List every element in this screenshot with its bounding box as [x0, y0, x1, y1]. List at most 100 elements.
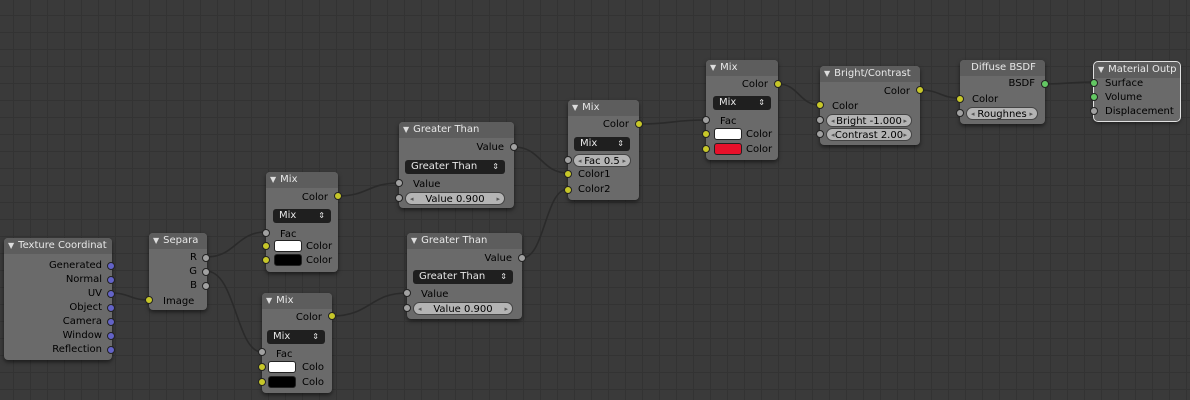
socket-roughness[interactable] [956, 109, 964, 117]
collapse-triangle-icon[interactable]: ▼ [710, 63, 716, 72]
blend-type-dropdown[interactable]: Mix ⇕ [574, 137, 630, 151]
node-header[interactable]: ▼ Texture Coordinat [4, 238, 112, 254]
node-header[interactable]: ▼ Mix [706, 60, 778, 76]
collapse-triangle-icon[interactable]: ▼ [153, 236, 159, 245]
greater-than-node-a[interactable]: ▼ Greater Than Value Greater Than ⇕ Value … [395, 122, 518, 208]
greater-than-node-b[interactable]: ▼ Greater Than Value Greater Than ⇕ Value … [403, 233, 526, 319]
decrement-arrow-icon[interactable]: ◂ [831, 115, 835, 128]
increment-arrow-icon[interactable]: ▸ [504, 303, 508, 316]
socket-color1[interactable] [702, 130, 710, 138]
node-header[interactable]: ▼ Separa [149, 233, 207, 249]
socket-output-value[interactable] [510, 143, 518, 151]
node-header[interactable]: ▼ Mix [262, 293, 332, 309]
socket-displacement[interactable] [1090, 107, 1098, 115]
contrast-field[interactable]: ◂ Contrast 2.00 ▸ [826, 128, 912, 141]
value-field[interactable]: ◂ Value 0.900 ▸ [413, 302, 513, 315]
socket-contrast[interactable] [816, 130, 824, 138]
diffuse-bsdf-node[interactable]: Diffuse BSDF BSDF Color ◂ Roughnes ▸ [956, 60, 1049, 124]
collapse-triangle-icon[interactable]: ▼ [572, 103, 578, 112]
math-operation-dropdown[interactable]: Greater Than ⇕ [405, 160, 505, 174]
socket-color2[interactable] [258, 378, 266, 386]
decrement-arrow-icon[interactable]: ◂ [578, 155, 582, 168]
socket-fac[interactable] [258, 348, 266, 356]
decrement-arrow-icon[interactable]: ◂ [410, 193, 414, 206]
socket-input-color[interactable] [956, 95, 964, 103]
socket-fac[interactable] [262, 229, 270, 237]
socket-input-value[interactable] [403, 289, 411, 297]
node-header[interactable]: ▼ Greater Than [407, 233, 522, 249]
socket-value-field[interactable] [403, 304, 411, 312]
socket-input-value[interactable] [395, 179, 403, 187]
decrement-arrow-icon[interactable]: ◂ [831, 129, 835, 142]
node-editor[interactable]: ▼ Texture Coordinat Generated Normal UV O… [0, 0, 1190, 400]
collapse-triangle-icon[interactable]: ▼ [270, 175, 276, 184]
color2-swatch[interactable] [714, 143, 742, 155]
socket-object[interactable] [107, 304, 115, 312]
socket-color1[interactable] [262, 242, 270, 250]
color1-swatch[interactable] [268, 361, 296, 373]
socket-output-color[interactable] [635, 120, 643, 128]
socket-bright[interactable] [816, 116, 824, 124]
socket-fac[interactable] [564, 156, 572, 164]
socket-b[interactable] [202, 282, 210, 290]
collapse-triangle-icon[interactable]: ▼ [266, 296, 272, 305]
texture-coordinate-node[interactable]: ▼ Texture Coordinat Generated Normal UV O… [4, 238, 115, 360]
socket-color2[interactable] [262, 256, 270, 264]
collapse-triangle-icon[interactable]: ▼ [411, 236, 417, 245]
roughness-field[interactable]: ◂ Roughnes ▸ [966, 107, 1038, 120]
socket-normal[interactable] [107, 276, 115, 284]
socket-color1[interactable] [258, 363, 266, 371]
socket-color2[interactable] [702, 145, 710, 153]
socket-reflection[interactable] [107, 346, 115, 354]
color2-swatch[interactable] [268, 376, 296, 388]
increment-arrow-icon[interactable]: ▸ [1029, 108, 1033, 121]
socket-fac[interactable] [702, 116, 710, 124]
increment-arrow-icon[interactable]: ▸ [496, 193, 500, 206]
bright-field[interactable]: ◂ Bright -1.000 ▸ [826, 114, 912, 127]
node-header[interactable]: ▼ Material Outp [1094, 62, 1180, 78]
node-header[interactable]: ▼ Mix [266, 172, 338, 188]
socket-output-color[interactable] [916, 86, 924, 94]
socket-input-color[interactable] [816, 101, 824, 109]
socket-color1[interactable] [564, 170, 572, 178]
socket-output-bsdf[interactable] [1041, 80, 1049, 88]
socket-volume[interactable] [1090, 93, 1098, 101]
node-header[interactable]: ▼ Greater Than [399, 122, 514, 138]
socket-g[interactable] [202, 268, 210, 276]
collapse-triangle-icon[interactable]: ▼ [1098, 65, 1104, 74]
socket-image[interactable] [145, 296, 153, 304]
socket-camera[interactable] [107, 318, 115, 326]
decrement-arrow-icon[interactable]: ◂ [971, 108, 975, 121]
mix-node-d[interactable]: ▼ Mix Color Mix ⇕ Fac Color Color [702, 60, 782, 160]
separate-rgb-node[interactable]: ▼ Separa R G B Image [145, 233, 210, 310]
node-header[interactable]: ▼ Mix [568, 100, 639, 116]
socket-generated[interactable] [107, 262, 115, 270]
blend-type-dropdown[interactable]: Mix ⇕ [267, 330, 325, 344]
collapse-triangle-icon[interactable]: ▼ [8, 241, 14, 250]
color1-swatch[interactable] [714, 128, 742, 140]
material-output-node[interactable]: ▼ Material Outp Surface Volume Displaceme… [1090, 61, 1181, 122]
socket-surface[interactable] [1090, 79, 1098, 87]
node-header[interactable]: Diffuse BSDF [960, 60, 1045, 76]
socket-output-color[interactable] [328, 312, 336, 320]
bright-contrast-node[interactable]: ▼ Bright/Contrast Color Color ◂ Bright -1.… [816, 66, 924, 145]
socket-window[interactable] [107, 332, 115, 340]
increment-arrow-icon[interactable]: ▸ [903, 115, 907, 128]
mix-node-c[interactable]: ▼ Mix Color Mix ⇕ ◂ Fac 0.5 ▸ Color1 Color2 [564, 100, 643, 200]
collapse-triangle-icon[interactable]: ▼ [824, 69, 830, 78]
socket-output-value[interactable] [518, 254, 526, 262]
socket-output-color[interactable] [334, 192, 342, 200]
mix-node-b[interactable]: ▼ Mix Color Mix ⇕ Fac Colo Colo [258, 293, 336, 393]
collapse-triangle-icon[interactable]: ▼ [403, 125, 409, 134]
math-operation-dropdown[interactable]: Greater Than ⇕ [413, 270, 513, 284]
value-field[interactable]: ◂ Value 0.900 ▸ [405, 192, 505, 205]
node-header[interactable]: ▼ Bright/Contrast [820, 66, 920, 82]
blend-type-dropdown[interactable]: Mix ⇕ [713, 96, 771, 110]
blend-type-dropdown[interactable]: Mix ⇕ [273, 209, 331, 223]
socket-value-field[interactable] [395, 194, 403, 202]
increment-arrow-icon[interactable]: ▸ [622, 155, 626, 168]
color2-swatch[interactable] [274, 254, 302, 266]
socket-uv[interactable] [107, 290, 115, 298]
socket-output-color[interactable] [774, 80, 782, 88]
increment-arrow-icon[interactable]: ▸ [903, 129, 907, 142]
